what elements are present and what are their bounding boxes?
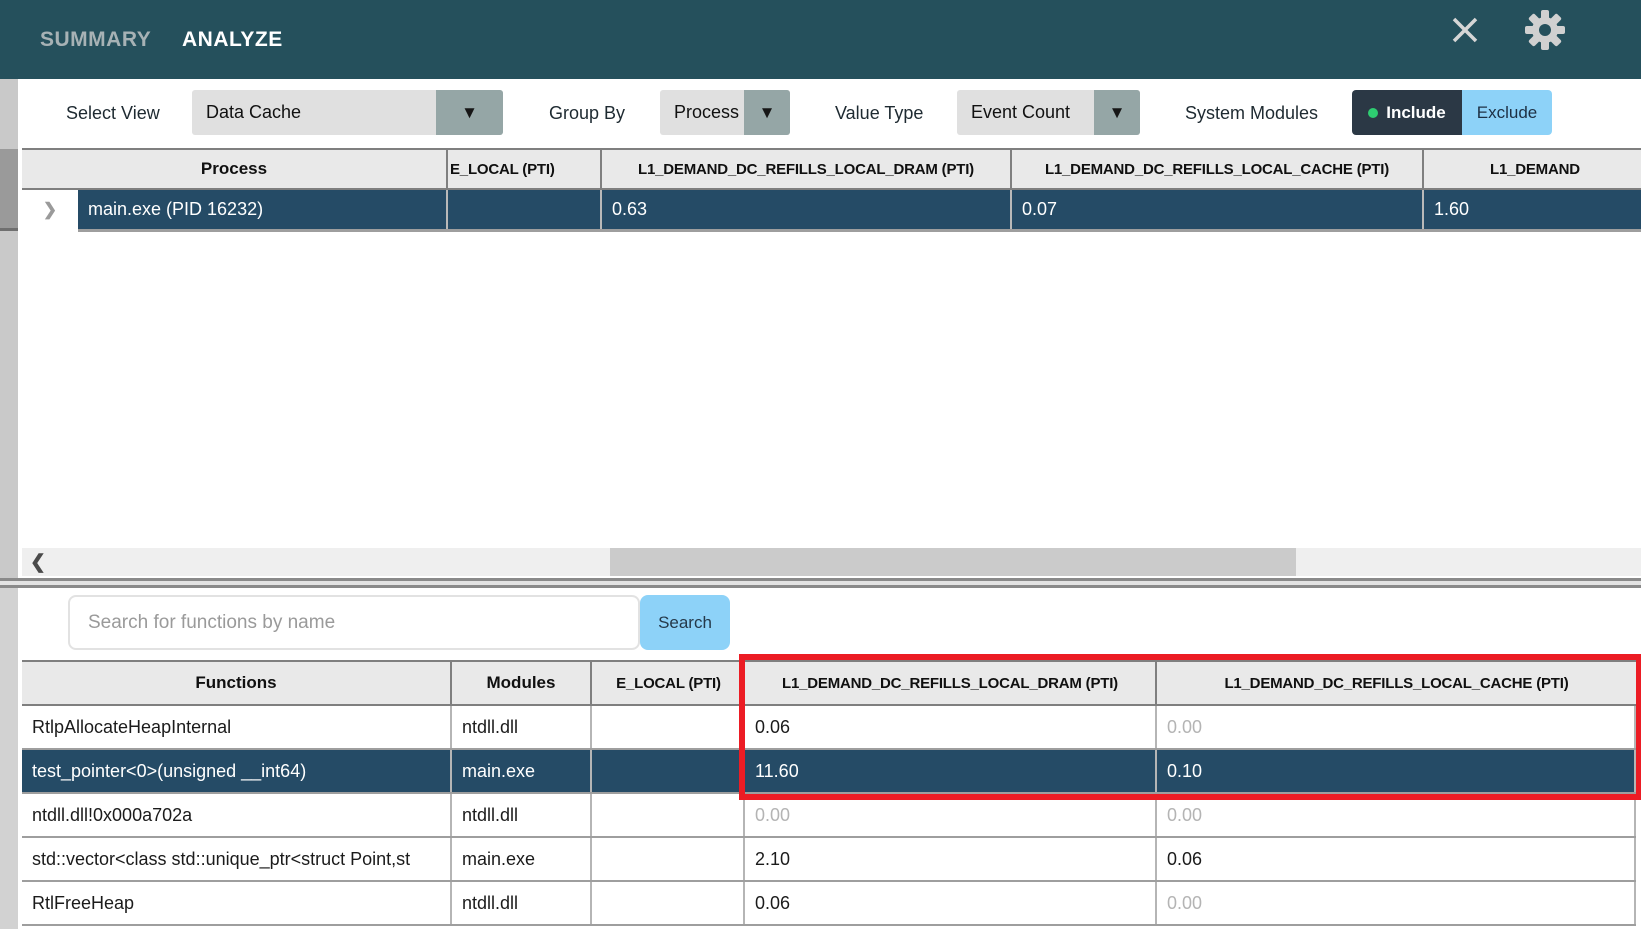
- group-by-value: Process: [660, 102, 744, 123]
- e-local-cell: [592, 838, 745, 880]
- column-header-cache[interactable]: L1_DEMAND_DC_REFILLS_LOCAL_CACHE (PTI): [1157, 662, 1636, 704]
- value-type-value: Event Count: [957, 102, 1094, 123]
- module-cell: ntdll.dll: [452, 706, 592, 748]
- cache-cell: 0.00: [1157, 794, 1636, 836]
- dram-cell: 0.00: [745, 794, 1157, 836]
- settings-gear-icon[interactable]: [1521, 6, 1569, 59]
- column-header-process[interactable]: Process: [22, 150, 448, 188]
- column-header-functions[interactable]: Functions: [22, 662, 452, 704]
- system-modules-label: System Modules: [1185, 79, 1318, 148]
- column-header-dram[interactable]: L1_DEMAND_DC_REFILLS_LOCAL_DRAM (PTI): [745, 662, 1157, 704]
- scrollbar-thumb[interactable]: [0, 149, 18, 231]
- function-row[interactable]: RtlFreeHeap ntdll.dll 0.06 0.00: [22, 882, 1636, 926]
- module-cell: main.exe: [452, 750, 592, 792]
- function-row[interactable]: std::vector<class std::unique_ptr<struct…: [22, 838, 1636, 882]
- horizontal-scrollbar[interactable]: ❮: [22, 548, 1641, 576]
- dram-cell: 0.06: [745, 706, 1157, 748]
- chevron-right-icon: ❯: [43, 200, 57, 220]
- include-button[interactable]: Include: [1352, 90, 1462, 135]
- chevron-down-icon: ▼: [436, 90, 503, 135]
- column-header-e-local[interactable]: E_LOCAL (PTI): [592, 662, 745, 704]
- close-icon[interactable]: [1447, 12, 1483, 53]
- cache-cell: 0.06: [1157, 838, 1636, 880]
- e-local-cell: [592, 794, 745, 836]
- cache-cell: 0.10: [1157, 750, 1636, 792]
- group-by-dropdown[interactable]: Process ▼: [660, 90, 790, 135]
- view-toolbar: Select View Data Cache ▼ Group By Proces…: [0, 79, 1641, 148]
- dram-cell: 11.60: [745, 750, 1157, 792]
- dram-cell: 0.06: [745, 882, 1157, 924]
- column-header-next[interactable]: L1_DEMAND: [1424, 150, 1641, 188]
- column-header-e-local[interactable]: E_LOCAL (PTI): [448, 150, 602, 188]
- analyze-screen: SUMMARY ANALYZE Select View: [0, 0, 1641, 929]
- app-header: SUMMARY ANALYZE: [0, 0, 1641, 79]
- function-name-cell: RtlpAllocateHeapInternal: [22, 706, 452, 748]
- function-name-cell: std::vector<class std::unique_ptr<struct…: [22, 838, 452, 880]
- cache-cell: 0.00: [1157, 706, 1636, 748]
- exclude-button[interactable]: Exclude: [1462, 90, 1552, 135]
- function-name-cell: test_pointer<0>(unsigned __int64): [22, 750, 452, 792]
- function-row[interactable]: RtlpAllocateHeapInternal ntdll.dll 0.06 …: [22, 706, 1636, 750]
- module-cell: main.exe: [452, 838, 592, 880]
- process-next-cell: 1.60: [1424, 190, 1641, 229]
- row-expander[interactable]: ❯: [22, 190, 78, 232]
- system-modules-toggle: Include Exclude: [1352, 90, 1552, 135]
- exclude-label: Exclude: [1477, 103, 1537, 123]
- include-active-dot-icon: [1368, 108, 1378, 118]
- value-type-label: Value Type: [835, 79, 923, 148]
- process-e-local-cell: [448, 190, 602, 229]
- tab-summary[interactable]: SUMMARY: [40, 0, 151, 79]
- scrollbar-thumb[interactable]: [610, 548, 1296, 576]
- search-input[interactable]: [68, 595, 640, 650]
- module-cell: ntdll.dll: [452, 882, 592, 924]
- function-row[interactable]: ntdll.dll!0x000a702a ntdll.dll 0.00 0.00: [22, 794, 1636, 838]
- column-header-cache[interactable]: L1_DEMAND_DC_REFILLS_LOCAL_CACHE (PTI): [1012, 150, 1424, 188]
- vertical-scrollbar-bottom-pane[interactable]: [0, 588, 18, 929]
- chevron-down-icon: ▼: [1094, 90, 1140, 135]
- column-header-modules[interactable]: Modules: [452, 662, 592, 704]
- select-view-label: Select View: [66, 79, 160, 148]
- vertical-scrollbar-top-pane[interactable]: [0, 79, 18, 578]
- functions-table: Functions Modules E_LOCAL (PTI) L1_DEMAN…: [22, 660, 1636, 926]
- process-name-cell: main.exe (PID 16232): [78, 190, 448, 229]
- process-row[interactable]: ❯ main.exe (PID 16232) 0.63 0.07 1.60: [22, 190, 1641, 232]
- group-by-label: Group By: [549, 79, 625, 148]
- functions-table-header: Functions Modules E_LOCAL (PTI) L1_DEMAN…: [22, 660, 1636, 706]
- select-view-value: Data Cache: [192, 102, 436, 123]
- value-type-dropdown[interactable]: Event Count ▼: [957, 90, 1140, 135]
- function-row-selected[interactable]: test_pointer<0>(unsigned __int64) main.e…: [22, 750, 1636, 794]
- select-view-dropdown[interactable]: Data Cache ▼: [192, 90, 503, 135]
- tab-analyze[interactable]: ANALYZE: [182, 0, 283, 79]
- function-name-cell: ntdll.dll!0x000a702a: [22, 794, 452, 836]
- chevron-down-icon: ▼: [744, 90, 790, 135]
- process-table-header: Process E_LOCAL (PTI) L1_DEMAND_DC_REFIL…: [22, 148, 1641, 190]
- dram-cell: 2.10: [745, 838, 1157, 880]
- e-local-cell: [592, 706, 745, 748]
- pane-divider[interactable]: [0, 578, 1641, 588]
- column-header-dram[interactable]: L1_DEMAND_DC_REFILLS_LOCAL_DRAM (PTI): [602, 150, 1012, 188]
- search-button[interactable]: Search: [640, 595, 730, 650]
- include-label: Include: [1386, 103, 1446, 123]
- function-name-cell: RtlFreeHeap: [22, 882, 452, 924]
- cache-cell: 0.00: [1157, 882, 1636, 924]
- process-table: Process E_LOCAL (PTI) L1_DEMAND_DC_REFIL…: [22, 148, 1641, 232]
- process-dram-cell: 0.63: [602, 190, 1012, 229]
- e-local-cell: [592, 882, 745, 924]
- e-local-cell: [592, 750, 745, 792]
- process-cache-cell: 0.07: [1012, 190, 1424, 229]
- module-cell: ntdll.dll: [452, 794, 592, 836]
- scroll-left-arrow-icon[interactable]: ❮: [30, 548, 46, 576]
